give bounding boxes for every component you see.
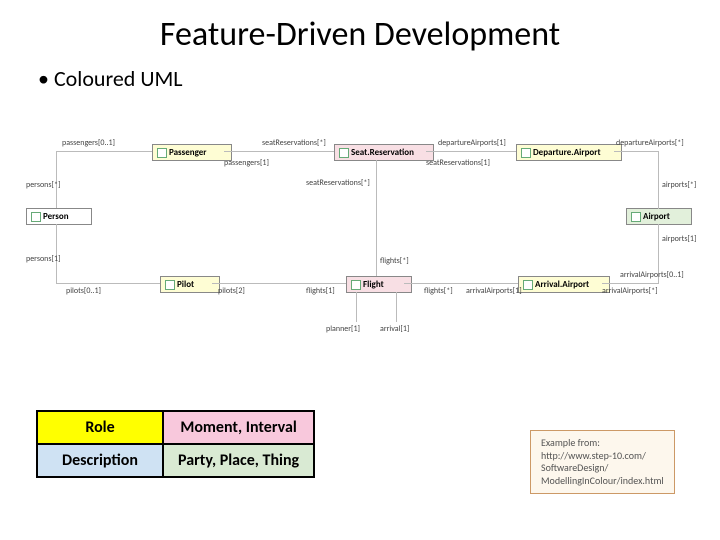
assoc-label: seatReservations[1] bbox=[426, 158, 490, 168]
class-icon bbox=[521, 148, 531, 158]
class-label: Airport bbox=[643, 211, 670, 222]
class-label: Arrival.Airport bbox=[535, 279, 589, 290]
source-line: ModellingInColour/index.html bbox=[541, 475, 664, 488]
class-seat-reservation: Seat.Reservation bbox=[334, 144, 434, 161]
class-icon bbox=[165, 280, 175, 290]
assoc-label: seatReservations[*] bbox=[262, 138, 326, 148]
uml-diagram: Passenger Seat.Reservation Departure.Air… bbox=[26, 126, 694, 346]
assoc-label: passengers[0..1] bbox=[62, 138, 115, 148]
class-icon bbox=[523, 280, 533, 290]
class-icon bbox=[631, 212, 641, 222]
slide-title: Feature-Driven Development bbox=[0, 0, 720, 61]
assoc-label: pilots[2] bbox=[218, 286, 245, 296]
legend-moment: Moment, Interval bbox=[163, 411, 314, 444]
source-box: Example from: http://www.step-10.com/ So… bbox=[530, 430, 675, 494]
assoc-label: persons[1] bbox=[26, 254, 60, 264]
assoc-label: seatReservations[*] bbox=[306, 178, 370, 188]
bullet-item: Coloured UML bbox=[0, 61, 720, 92]
assoc-label: persons[*] bbox=[26, 180, 60, 190]
legend-table: Role Moment, Interval Description Party,… bbox=[36, 410, 315, 478]
assoc-label: pilots[0..1] bbox=[66, 286, 101, 296]
assoc-label: departureAirports[1] bbox=[438, 138, 506, 148]
assoc-label: arrivalAirports[1] bbox=[466, 286, 522, 296]
assoc-label: arrivalAirports[0..1] bbox=[620, 270, 684, 280]
class-passenger: Passenger bbox=[152, 144, 232, 161]
class-label: Seat.Reservation bbox=[351, 147, 414, 158]
class-label: Person bbox=[43, 211, 69, 222]
class-icon bbox=[351, 280, 361, 290]
assoc-label: planner[1] bbox=[326, 324, 360, 334]
class-arrival-airport: Arrival.Airport bbox=[518, 276, 610, 293]
legend-description: Description bbox=[37, 444, 163, 477]
assoc-label: flights[*] bbox=[380, 256, 409, 266]
class-person: Person bbox=[26, 208, 92, 225]
source-line: Example from: bbox=[541, 437, 664, 450]
legend-role: Role bbox=[37, 411, 163, 444]
table-row: Role Moment, Interval bbox=[37, 411, 314, 444]
class-label: Pilot bbox=[177, 279, 194, 290]
legend-party: Party, Place, Thing bbox=[163, 444, 314, 477]
class-pilot: Pilot bbox=[160, 276, 220, 293]
class-label: Departure.Airport bbox=[533, 147, 601, 158]
assoc-label: flights[*] bbox=[424, 286, 453, 296]
table-row: Description Party, Place, Thing bbox=[37, 444, 314, 477]
assoc-label: arrival[1] bbox=[380, 324, 409, 334]
source-line: SoftwareDesign/ bbox=[541, 462, 664, 475]
assoc-label: departureAirports[*] bbox=[616, 138, 684, 148]
class-flight: Flight bbox=[346, 276, 412, 293]
assoc-label: arrivalAirports[*] bbox=[602, 286, 658, 296]
class-label: Flight bbox=[363, 279, 384, 290]
assoc-label: passengers[1] bbox=[224, 158, 269, 168]
class-icon bbox=[31, 212, 41, 222]
assoc-label: airports[*] bbox=[662, 180, 696, 190]
class-departure-airport: Departure.Airport bbox=[516, 144, 622, 161]
class-icon bbox=[339, 148, 349, 158]
class-airport: Airport bbox=[626, 208, 692, 225]
assoc-label: flights[1] bbox=[306, 286, 335, 296]
class-icon bbox=[157, 148, 167, 158]
assoc-label: airports[1] bbox=[662, 234, 696, 244]
legend: Role Moment, Interval Description Party,… bbox=[36, 410, 315, 478]
class-label: Passenger bbox=[169, 147, 207, 158]
